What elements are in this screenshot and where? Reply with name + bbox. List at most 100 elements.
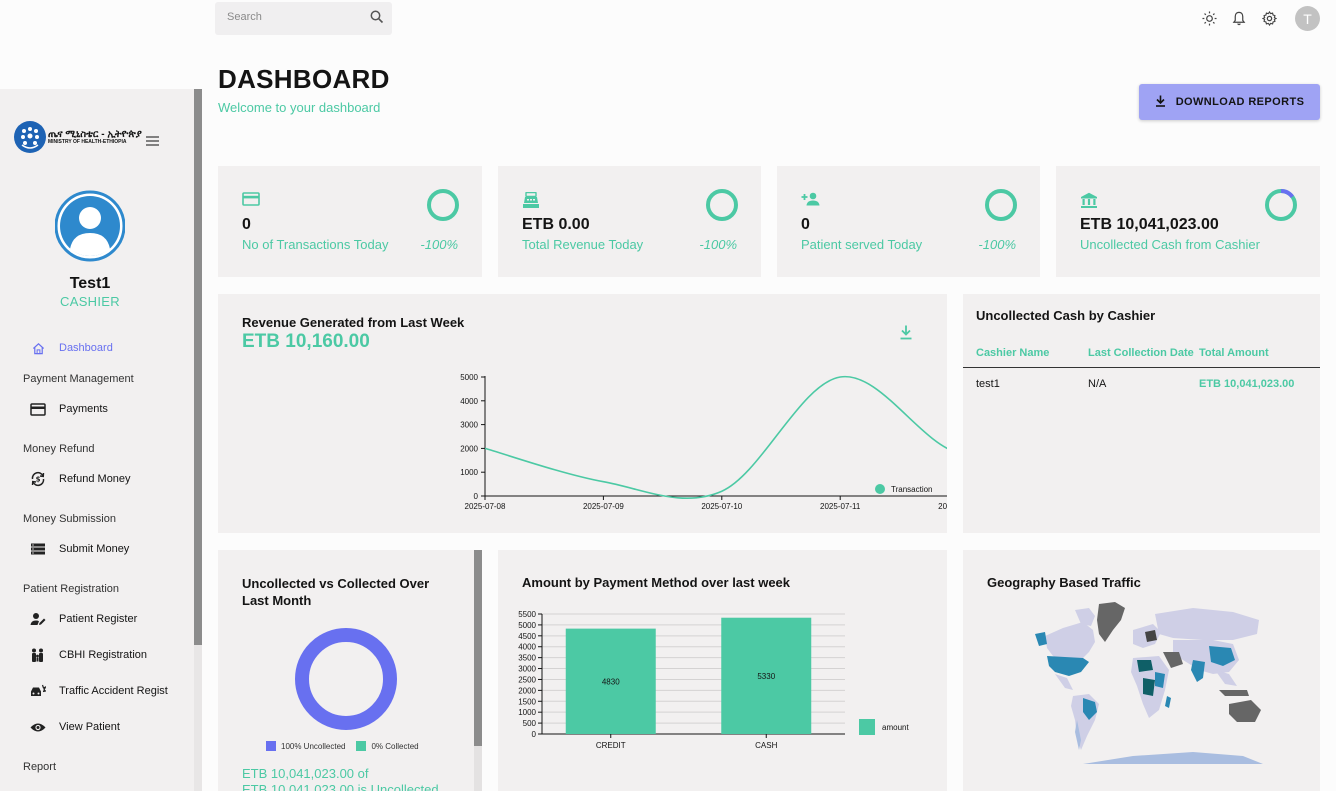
map-region-greenland [1097,602,1125,642]
x-tick-label: 2025-07-08 [465,502,506,511]
stat-value: 0 [242,216,251,233]
sidebar-scrollbar-thumb[interactable] [194,89,202,645]
section-report: Report [23,761,57,773]
stat-change: -100% [420,237,458,252]
stat-change: -100% [978,237,1016,252]
donut-summary-line1: ETB 10,041,023.00 of [242,766,369,781]
stat-card-transactions: 0 No of Transactions Today -100% [218,166,482,277]
map-region-africa-center [1143,678,1155,696]
section-money-refund: Money Refund [23,443,95,455]
logo-title: ጤና ሚኒስቴር - ኢትዮጵያ [48,128,142,140]
revenue-line-chart: 0 1000 2000 3000 4000 5000 2025-07-08 2025-07-0… [460,373,947,511]
page-subtitle: Welcome to your dashboard [218,100,381,115]
sidebar-item-cbhi-registration[interactable]: CBHI Registration [0,637,194,673]
map-region-madagascar [1165,696,1171,708]
stat-label: No of Transactions Today [242,237,389,252]
stat-value: ETB 10,041,023.00 [1080,216,1219,233]
search-box[interactable] [215,2,392,35]
user-role: CASHIER [60,294,120,309]
sidebar-item-label: Refund Money [59,473,131,485]
column-header[interactable]: Total Amount [1199,347,1319,359]
y-tick-label: 5000 [460,373,478,382]
y-tick-label: 2000 [460,444,478,453]
sidebar-item-label: View Patient [59,721,120,733]
download-reports-button[interactable]: DOWNLOAD REPORTS [1139,84,1320,120]
profile-avatar-icon [54,189,126,263]
sidebar-item-traffic-accident[interactable]: Traffic Accident Regist [0,673,194,709]
x-tick-label: CASH [755,741,777,750]
y-tick-label: 0 [532,730,537,739]
stat-value: 0 [801,216,810,233]
section-patient-registration: Patient Registration [23,583,119,595]
map-region-north-america [1045,622,1095,662]
column-header[interactable]: Last Collection Date [1088,347,1199,359]
sidebar-item-refund-money[interactable]: $ Refund Money [0,461,194,497]
sidebar-item-dashboard[interactable]: Dashboard [0,339,194,357]
gear-icon[interactable] [1261,11,1277,27]
progress-ring [427,189,459,221]
world-map [1035,602,1263,764]
user-avatar-button[interactable]: T [1295,6,1320,31]
map-region-russia [1155,608,1259,640]
stat-label: Uncollected Cash from Cashier [1080,237,1260,252]
car-crash-icon [30,683,46,699]
legend-swatch-collected [356,741,367,751]
payment-method-card: Amount by Payment Method over last week … [498,550,947,791]
map-region-mexico [1055,674,1073,690]
section-payment-management: Payment Management [23,373,134,385]
map-region-europe-dark [1145,630,1157,642]
donut-card-title-line1: Uncollected vs Collected Over [242,576,430,591]
stat-card-revenue: ETB 0.00 Total Revenue Today -100% [498,166,761,277]
sidebar-item-submit-money[interactable]: Submit Money [0,531,194,567]
search-icon[interactable] [370,10,384,29]
donut-card-title: Uncollected vs Collected Over Last Month [242,575,429,609]
refund-icon: $ [30,471,46,487]
y-tick-label: 3000 [518,665,536,674]
sidebar-item-label: Payments [59,403,108,415]
ministry-logo[interactable]: ጤና ሚኒስቴር - ኢትዮጵያ MINISTRY OF HEALTH-ETHI… [14,121,142,153]
person-edit-icon [30,611,46,627]
sun-icon[interactable] [1201,11,1217,27]
y-tick-label: 4500 [518,632,536,641]
map-region-canada-east [1075,608,1095,626]
menu-toggle-icon[interactable] [146,133,159,151]
bell-icon[interactable] [1231,11,1247,27]
card-scrollbar-thumb[interactable] [474,550,482,746]
series-line [484,376,947,499]
card-scrollbar[interactable] [474,550,482,791]
donut-slice[interactable] [295,628,397,730]
y-tick-label: 4000 [460,397,478,406]
y-tick-label: 1000 [460,468,478,477]
sidebar-scrollbar[interactable] [194,89,202,791]
search-input[interactable] [227,11,357,23]
table-cell: N/A [1088,378,1107,390]
sidebar-item-payments[interactable]: Payments [0,391,194,427]
sidebar-item-label: Submit Money [59,543,130,555]
map-region-australia [1229,700,1261,722]
sidebar-item-patient-register[interactable]: Patient Register [0,601,194,637]
x-tick-label: 2025-07-10 [701,502,742,511]
sidebar-item-label: Patient Register [59,613,138,625]
y-tick-label: 2500 [518,675,536,684]
y-tick-label: 2000 [518,686,536,695]
table-row[interactable]: test1 N/A ETB 10,041,023.00 [963,368,1320,400]
stat-card-patients: 0 Patient served Today -100% [777,166,1040,277]
uncollected-donut-chart [295,628,397,730]
ministry-emblem-icon [14,121,46,153]
sidebar-item-label: Dashboard [59,342,113,354]
credit-card-icon [242,192,260,211]
payment-method-bar-chart: 0 500 1000 1500 2000 25003000 3500 4000 4500 5000… [518,610,909,750]
sidebar-item-view-patient[interactable]: View Patient [0,709,194,745]
y-tick-label: 500 [523,719,537,728]
legend-label-collected: 0% Collected [371,741,419,751]
uncollected-table-card: Uncollected Cash by Cashier Cashier Name… [963,294,1320,533]
cash-register-icon [522,191,540,214]
page-title: DASHBOARD [218,64,390,94]
column-header[interactable]: Cashier Name [976,347,1088,359]
credit-card-icon [30,401,46,417]
stat-change: -100% [699,237,737,252]
family-icon [30,647,46,663]
map-region-usa [1047,656,1089,676]
eye-icon [30,719,46,735]
stat-label: Total Revenue Today [522,237,644,252]
